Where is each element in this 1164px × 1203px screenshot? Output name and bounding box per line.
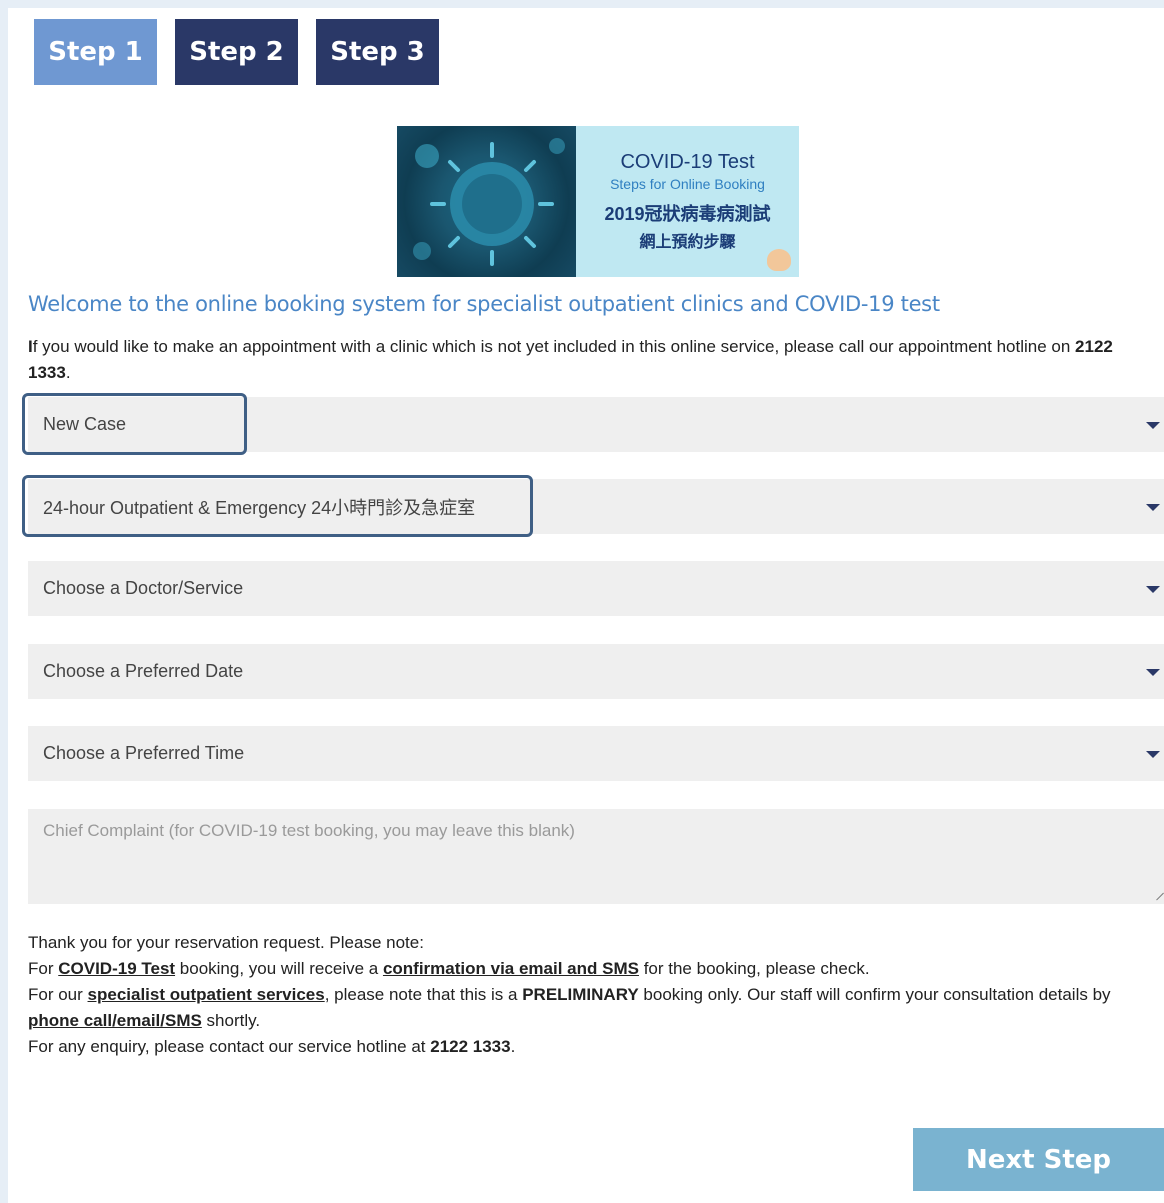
covid-booking-banner[interactable]: COVID-19 Test Steps for Online Booking 2… xyxy=(397,126,799,277)
tab-step-1[interactable]: Step 1 xyxy=(34,19,157,85)
preliminary-label: PRELIMINARY xyxy=(522,985,639,1004)
tab-step-2[interactable]: Step 2 xyxy=(175,19,298,85)
notes-text: booking, you will receive a xyxy=(175,959,383,978)
chevron-down-icon xyxy=(1146,586,1160,593)
booking-page: Step 1 Step 2 Step 3 COVID-19 Test Steps… xyxy=(8,8,1164,1203)
notes-line-2: For COVID-19 Test booking, you will rece… xyxy=(28,956,1158,982)
intro-text: If you would like to make an appointment… xyxy=(28,334,1128,386)
booking-notes: Thank you for your reservation request. … xyxy=(28,930,1158,1060)
time-value: Choose a Preferred Time xyxy=(43,743,245,763)
chevron-down-icon xyxy=(1146,669,1160,676)
doctor-value: Choose a Doctor/Service xyxy=(43,578,244,598)
chevron-down-icon xyxy=(1146,504,1160,511)
pointing-hand-icon xyxy=(767,249,791,271)
date-value: Choose a Preferred Date xyxy=(43,661,244,681)
notes-text: . xyxy=(510,1037,516,1056)
notes-text: , please note that this is a xyxy=(324,985,523,1004)
doctor-select[interactable]: Choose a Doctor/Service xyxy=(28,561,1164,616)
case-type-select[interactable]: New Case xyxy=(28,397,1164,452)
case-type-value: New Case xyxy=(43,414,127,434)
date-select[interactable]: Choose a Preferred Date xyxy=(28,644,1164,699)
chevron-down-icon xyxy=(1146,751,1160,758)
virus-icon xyxy=(413,138,565,266)
chief-complaint-input[interactable] xyxy=(28,809,1164,904)
banner-subtitle: Steps for Online Booking xyxy=(610,176,765,192)
department-value: 24-hour Outpatient & Emergency 24小時門診及急症… xyxy=(43,497,476,518)
chevron-down-icon xyxy=(1146,422,1160,429)
time-select[interactable]: Choose a Preferred Time xyxy=(28,726,1164,781)
notes-line-3: For our specialist outpatient services, … xyxy=(28,982,1158,1034)
next-step-button[interactable]: Next Step xyxy=(913,1128,1164,1191)
step-tabs: Step 1 Step 2 Step 3 xyxy=(34,19,439,85)
notes-text: shortly. xyxy=(201,1011,261,1030)
welcome-heading: Welcome to the online booking system for… xyxy=(28,292,940,316)
service-hotline: 2122 1333 xyxy=(430,1037,511,1056)
specialist-services-link[interactable]: specialist outpatient services xyxy=(88,985,325,1004)
intro-body: f you would like to make an appointment … xyxy=(32,337,1076,356)
banner-title: COVID-19 Test xyxy=(620,151,755,173)
contact-methods-link[interactable]: phone call/email/SMS xyxy=(28,1011,202,1030)
notes-text: for the booking, please check. xyxy=(638,959,870,978)
notes-line-4: For any enquiry, please contact our serv… xyxy=(28,1034,1158,1060)
notes-text: For xyxy=(28,959,59,978)
covid-test-link[interactable]: COVID-19 Test xyxy=(58,959,175,978)
confirmation-link[interactable]: confirmation via email and SMS xyxy=(383,959,639,978)
notes-line-1: Thank you for your reservation request. … xyxy=(28,933,424,952)
banner-text: COVID-19 Test Steps for Online Booking 2… xyxy=(576,126,799,277)
virus-image xyxy=(397,126,576,277)
notes-text: booking only. Our staff will confirm you… xyxy=(638,985,1111,1004)
department-select[interactable]: 24-hour Outpatient & Emergency 24小時門診及急症… xyxy=(28,479,1164,534)
banner-zh-title: 2019冠狀病毒病測試 xyxy=(604,204,771,224)
banner-zh-subtitle: 網上預約步驟 xyxy=(639,234,736,251)
notes-text: For our xyxy=(28,985,88,1004)
tab-step-3[interactable]: Step 3 xyxy=(316,19,439,85)
intro-end: . xyxy=(65,363,71,382)
notes-text: For any enquiry, please contact our serv… xyxy=(28,1037,431,1056)
